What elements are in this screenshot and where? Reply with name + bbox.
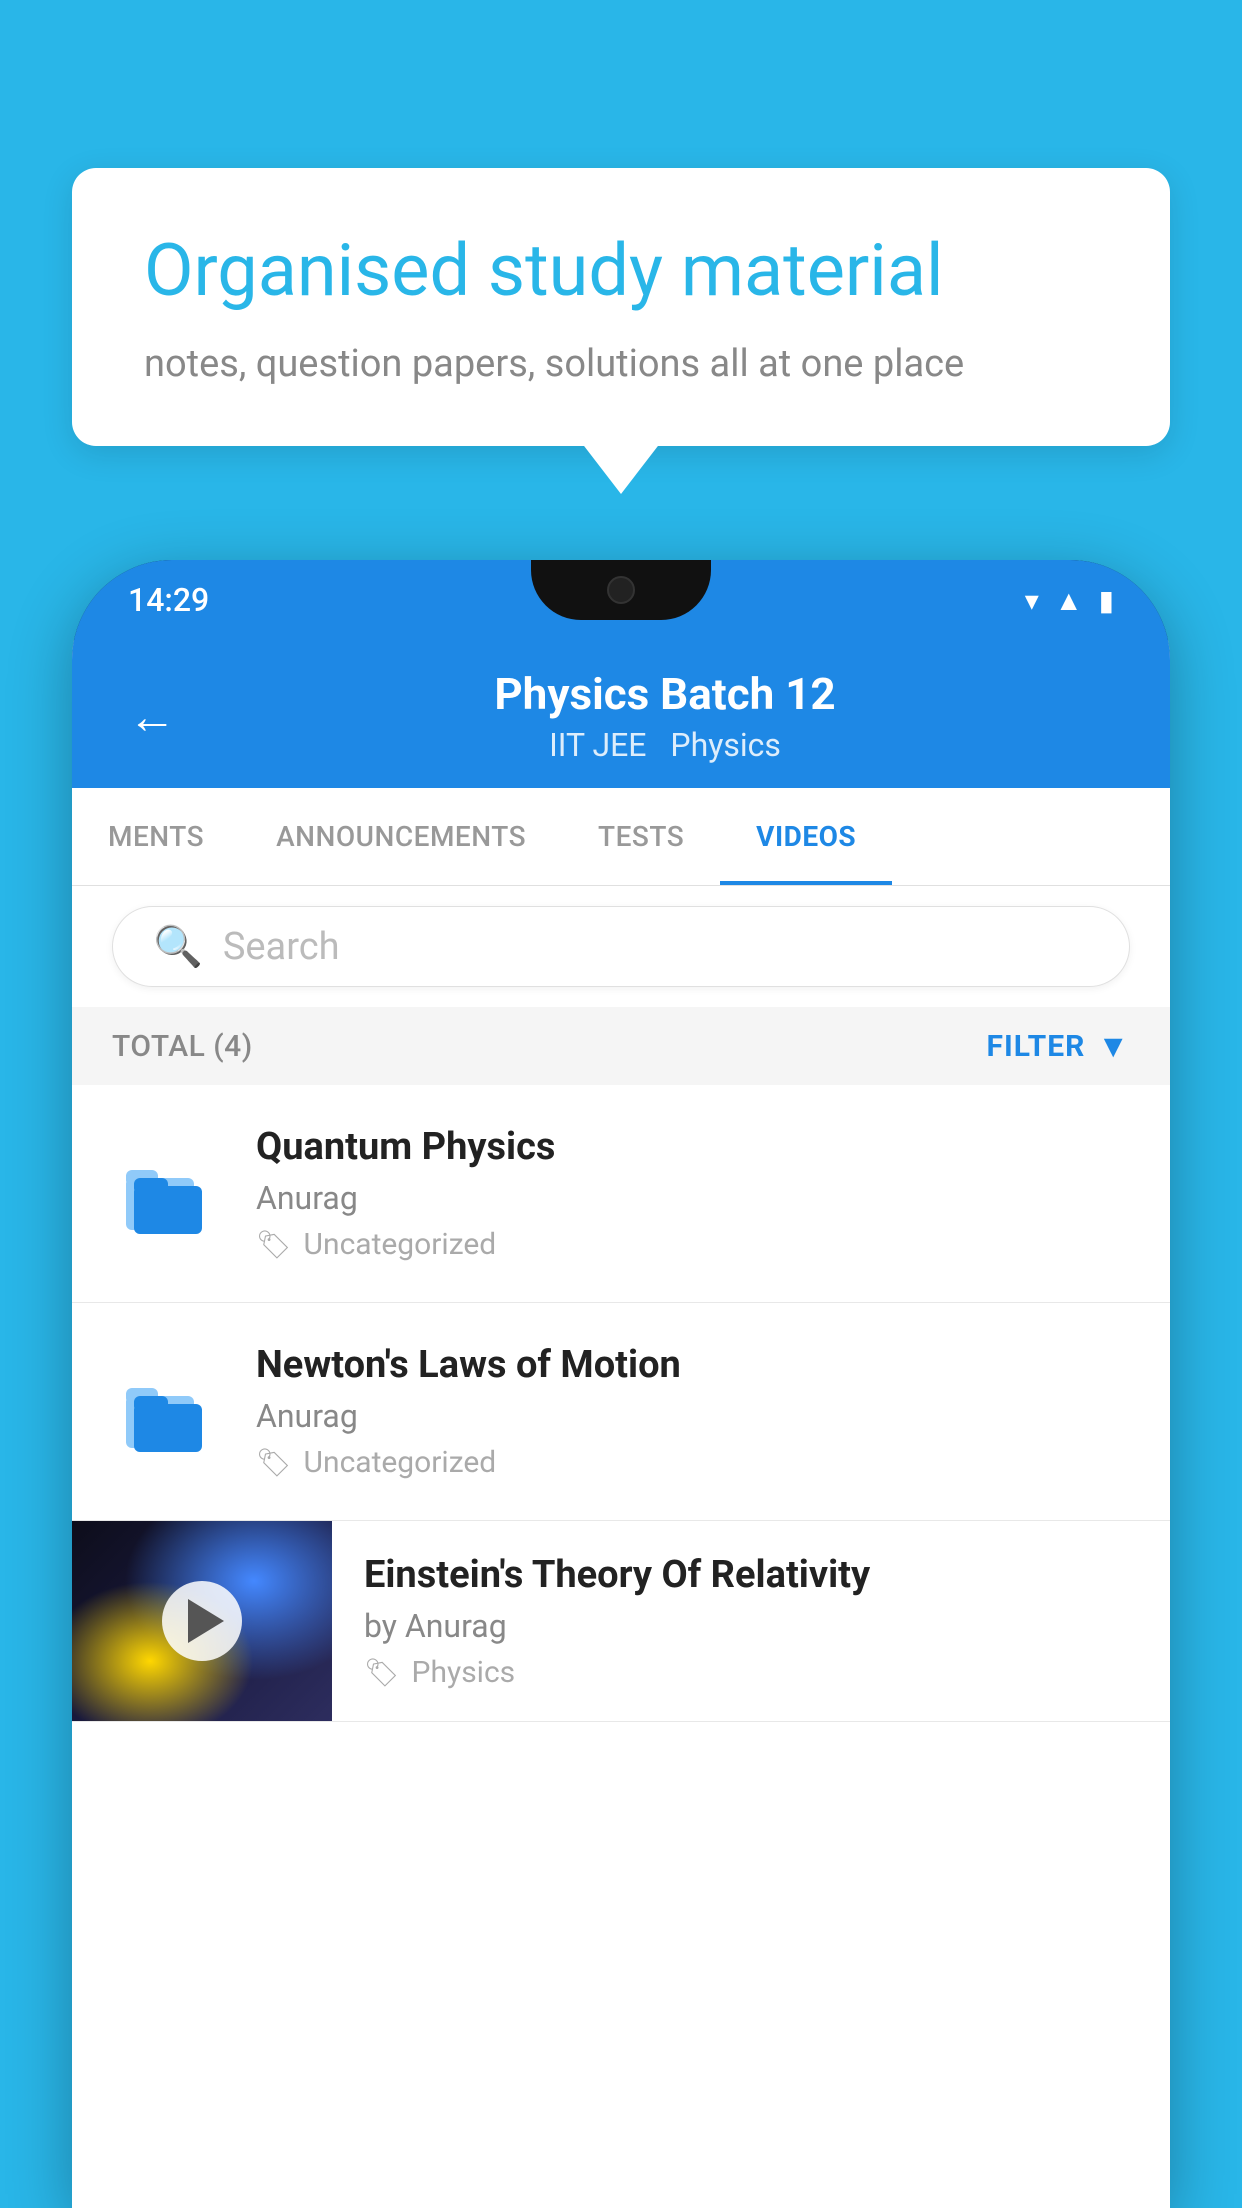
item-tag-1: 🏷 Uncategorized bbox=[256, 1227, 1126, 1262]
item-author-2: Anurag bbox=[256, 1397, 1126, 1435]
filter-button[interactable]: FILTER ▼ bbox=[987, 1027, 1131, 1065]
item-author-1: Anurag bbox=[256, 1179, 1126, 1217]
filter-bar: TOTAL (4) FILTER ▼ bbox=[72, 1007, 1170, 1085]
phone-screen: ← Physics Batch 12 IIT JEE Physics MENTS… bbox=[72, 640, 1170, 2208]
tab-ments[interactable]: MENTS bbox=[72, 788, 240, 885]
item-info-2: Newton's Laws of Motion Anurag 🏷 Uncateg… bbox=[256, 1343, 1126, 1480]
folder-icon-2 bbox=[116, 1357, 216, 1467]
tag-label-2: Uncategorized bbox=[304, 1445, 497, 1480]
list-item[interactable]: Einstein's Theory Of Relativity by Anura… bbox=[72, 1521, 1170, 1722]
header-tag-physics: Physics bbox=[670, 726, 781, 764]
item-tag-2: 🏷 Uncategorized bbox=[256, 1445, 1126, 1480]
search-placeholder: Search bbox=[223, 925, 340, 969]
app-header: ← Physics Batch 12 IIT JEE Physics bbox=[72, 640, 1170, 788]
signal-icon: ▲ bbox=[1055, 584, 1083, 617]
tag-icon-1: 🏷 bbox=[256, 1228, 292, 1261]
tab-bar: MENTS ANNOUNCEMENTS TESTS VIDEOS bbox=[72, 788, 1170, 886]
item-title-1: Quantum Physics bbox=[256, 1125, 1126, 1169]
header-title: Physics Batch 12 bbox=[216, 668, 1114, 720]
play-icon bbox=[188, 1599, 224, 1643]
content-list: Quantum Physics Anurag 🏷 Uncategorized bbox=[72, 1085, 1170, 2208]
list-item[interactable]: Quantum Physics Anurag 🏷 Uncategorized bbox=[72, 1085, 1170, 1303]
list-item[interactable]: Newton's Laws of Motion Anurag 🏷 Uncateg… bbox=[72, 1303, 1170, 1521]
status-bar: 14:29 ▾ ▲ ▮ bbox=[72, 560, 1170, 640]
back-button[interactable]: ← bbox=[128, 688, 176, 745]
speech-bubble: Organised study material notes, question… bbox=[72, 168, 1170, 446]
notch-camera bbox=[607, 576, 635, 604]
search-box[interactable]: 🔍 Search bbox=[112, 906, 1130, 987]
wifi-icon: ▾ bbox=[1025, 584, 1039, 617]
tag-icon-3: 🏷 bbox=[364, 1656, 400, 1689]
video-title-3: Einstein's Theory Of Relativity bbox=[364, 1553, 1138, 1597]
video-info-3: Einstein's Theory Of Relativity by Anura… bbox=[332, 1521, 1170, 1714]
bubble-title: Organised study material bbox=[144, 228, 1098, 314]
total-count: TOTAL (4) bbox=[112, 1029, 253, 1064]
status-icons: ▾ ▲ ▮ bbox=[1025, 584, 1114, 617]
item-info-1: Quantum Physics Anurag 🏷 Uncategorized bbox=[256, 1125, 1126, 1262]
folder-icon-1 bbox=[116, 1139, 216, 1249]
filter-label: FILTER bbox=[987, 1029, 1086, 1064]
video-tag-3: 🏷 Physics bbox=[364, 1655, 1138, 1690]
bubble-subtitle: notes, question papers, solutions all at… bbox=[144, 342, 1098, 386]
search-container: 🔍 Search bbox=[72, 886, 1170, 1007]
battery-icon: ▮ bbox=[1099, 584, 1114, 617]
status-time: 14:29 bbox=[128, 581, 209, 619]
filter-icon: ▼ bbox=[1097, 1027, 1130, 1065]
tab-tests[interactable]: TESTS bbox=[562, 788, 720, 885]
tab-videos[interactable]: VIDEOS bbox=[720, 788, 892, 885]
header-tag-iitjee: IIT JEE bbox=[549, 726, 646, 764]
video-author-3: by Anurag bbox=[364, 1607, 1138, 1645]
header-tags: IIT JEE Physics bbox=[216, 726, 1114, 764]
tag-label-1: Uncategorized bbox=[304, 1227, 497, 1262]
tab-announcements[interactable]: ANNOUNCEMENTS bbox=[240, 788, 562, 885]
play-button[interactable] bbox=[162, 1581, 242, 1661]
phone-frame: 14:29 ▾ ▲ ▮ ← Physics Batch 12 IIT JEE P… bbox=[72, 560, 1170, 2208]
item-title-2: Newton's Laws of Motion bbox=[256, 1343, 1126, 1387]
search-icon: 🔍 bbox=[153, 923, 203, 970]
tag-label-3: Physics bbox=[412, 1655, 516, 1690]
video-thumbnail bbox=[72, 1521, 332, 1721]
tag-icon-2: 🏷 bbox=[256, 1446, 292, 1479]
header-center: Physics Batch 12 IIT JEE Physics bbox=[216, 668, 1114, 764]
phone-notch bbox=[531, 560, 711, 620]
